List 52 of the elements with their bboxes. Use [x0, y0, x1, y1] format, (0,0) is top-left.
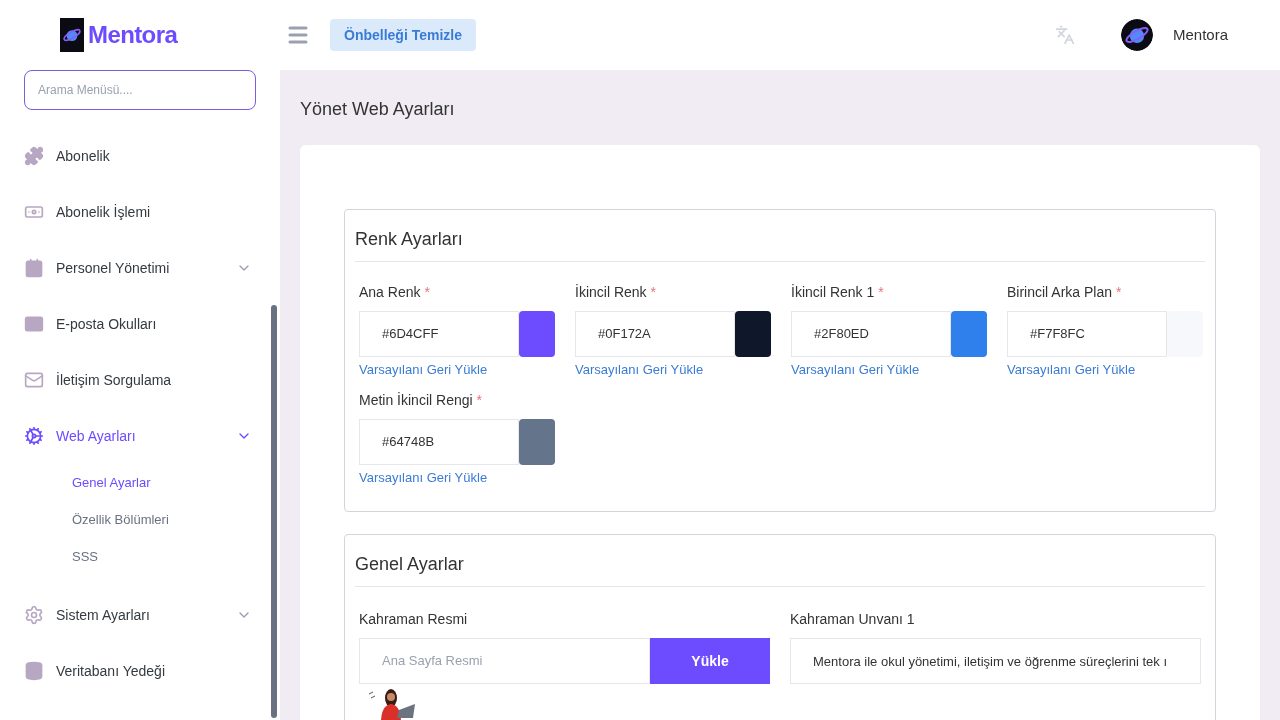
field-label: Kahraman Resmi: [359, 610, 469, 629]
field-label: Ana Renk *: [359, 283, 431, 302]
sidebar-item[interactable]: Web Ayarları: [0, 408, 280, 464]
sidebar-item[interactable]: İletişim Sorgulama: [0, 352, 280, 408]
color-swatch[interactable]: [519, 418, 555, 465]
sidebar-item[interactable]: Sistem Ayarları: [0, 587, 280, 643]
field-label: Birincil Arka Plan *: [1007, 283, 1123, 302]
menu-item-icon: [24, 605, 44, 625]
field-label: İkincil Renk 1 *: [791, 283, 885, 302]
submenu-item[interactable]: SSS: [0, 538, 280, 575]
planet-logo-icon: [1120, 19, 1153, 51]
submenu-item[interactable]: Genel Ayarlar: [0, 464, 280, 501]
color-input[interactable]: #2F80ED: [791, 311, 951, 357]
color-swatch[interactable]: [951, 311, 987, 357]
field-label: Kahraman Unvanı 1: [790, 610, 916, 629]
field-label: Metin İkincil Rengi *: [359, 390, 483, 410]
scrollbar[interactable]: [271, 305, 277, 718]
color-input[interactable]: #64748B: [359, 418, 519, 465]
section-title: Renk Ayarları: [355, 210, 1205, 262]
upload-button[interactable]: Yükle: [650, 638, 770, 684]
menu-item-icon: [24, 426, 44, 446]
restore-default-link[interactable]: Varsayılanı Geri Yükle: [359, 467, 488, 487]
hero-title-field[interactable]: Mentora ile okul yönetimi, iletişim ve öğrenme süreçlerini tek ı: [790, 638, 1201, 684]
menu-item-icon: [24, 661, 44, 681]
image-file-field[interactable]: Ana Sayfa Resmi: [359, 638, 650, 684]
section-title: Genel Ayarlar: [355, 535, 1205, 587]
sidebar-item[interactable]: Abonelik İşlemi: [0, 184, 280, 240]
menu-item-icon: [24, 314, 44, 334]
user-name[interactable]: Mentora: [1172, 23, 1228, 47]
restore-default-link[interactable]: Varsayılanı Geri Yükle: [575, 360, 704, 380]
page-title: Yönet Web Ayarları: [300, 98, 456, 121]
restore-default-link[interactable]: Varsayılanı Geri Yükle: [1007, 360, 1136, 380]
color-input[interactable]: #F7F8FC: [1007, 311, 1167, 357]
sidebar-item[interactable]: Personel Yönetimi: [0, 240, 280, 296]
color-input[interactable]: #6D4CFF: [359, 311, 519, 357]
sidebar-item[interactable]: Abonelik: [0, 128, 280, 184]
sidebar-item[interactable]: Veritabanı Yedeği: [0, 643, 280, 699]
color-swatch[interactable]: [735, 311, 771, 357]
color-input[interactable]: #0F172A: [575, 311, 735, 357]
sidebar-item[interactable]: E-posta Okulları: [0, 296, 280, 352]
field-label: İkincil Renk *: [575, 283, 657, 302]
restore-default-link[interactable]: Varsayılanı Geri Yükle: [359, 360, 488, 380]
submenu-item[interactable]: Özellik Bölümleri: [0, 501, 280, 538]
brand-name: Mentora: [88, 20, 178, 50]
translate-icon[interactable]: [1054, 25, 1075, 45]
restore-default-link[interactable]: Varsayılanı Geri Yükle: [791, 360, 920, 380]
menu-item-icon: [24, 146, 44, 166]
menu-item-icon: [24, 258, 44, 278]
menu-item-icon: [24, 370, 44, 390]
color-swatch[interactable]: [1167, 311, 1203, 357]
menu-search-field[interactable]: Arama Menüsü....: [24, 70, 256, 110]
color-swatch[interactable]: [519, 311, 555, 357]
